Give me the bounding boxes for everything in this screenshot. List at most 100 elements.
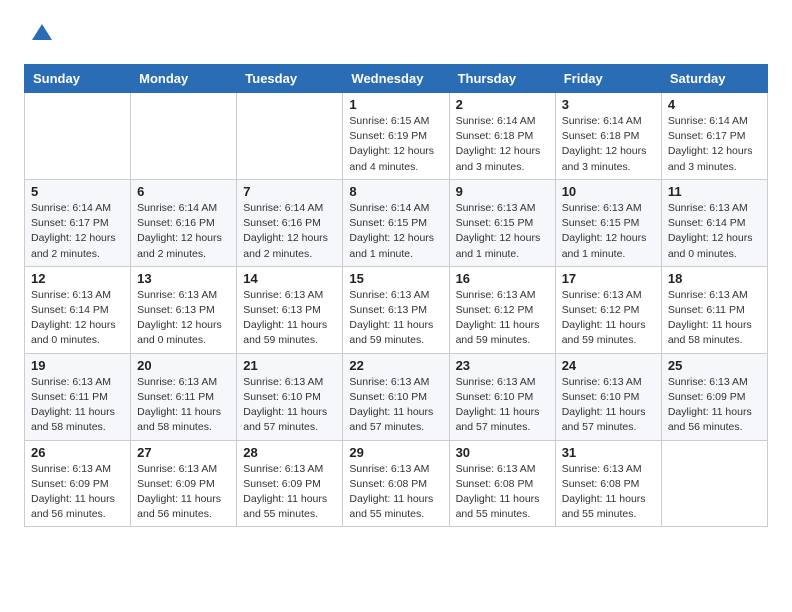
calendar-cell: 10 Sunrise: 6:13 AM Sunset: 6:15 PM Dayli… <box>555 179 661 266</box>
day-number: 11 <box>668 184 761 199</box>
page: SundayMondayTuesdayWednesdayThursdayFrid… <box>0 0 792 547</box>
logo <box>24 20 56 48</box>
day-number: 29 <box>349 445 442 460</box>
calendar-cell: 2 Sunrise: 6:14 AM Sunset: 6:18 PM Daylig… <box>449 93 555 180</box>
day-number: 19 <box>31 358 124 373</box>
calendar-week-4: 19 Sunrise: 6:13 AM Sunset: 6:11 PM Dayli… <box>25 353 768 440</box>
calendar-week-1: 1 Sunrise: 6:15 AM Sunset: 6:19 PM Daylig… <box>25 93 768 180</box>
calendar-cell: 27Sunrise: 6:13 AM Sunset: 6:09 PM Dayli… <box>131 440 237 527</box>
day-number: 30 <box>456 445 549 460</box>
day-number: 25 <box>668 358 761 373</box>
day-number: 4 <box>668 97 761 112</box>
day-info: Sunrise: 6:14 AM Sunset: 6:16 PM Dayligh… <box>243 201 336 262</box>
calendar-cell: 19 Sunrise: 6:13 AM Sunset: 6:11 PM Dayli… <box>25 353 131 440</box>
day-info: Sunrise: 6:14 AM Sunset: 6:17 PM Dayligh… <box>31 201 124 262</box>
calendar-week-5: 26 Sunrise: 6:13 AM Sunset: 6:09 PM Dayli… <box>25 440 768 527</box>
day-info: Sunrise: 6:14 AM Sunset: 6:18 PM Dayligh… <box>456 114 549 175</box>
day-info: Sunrise: 6:13 AM Sunset: 6:13 PM Dayligh… <box>243 288 336 349</box>
day-info: Sunrise: 6:13 AM Sunset: 6:15 PM Dayligh… <box>562 201 655 262</box>
day-info: Sunrise: 6:13 AM Sunset: 6:10 PM Dayligh… <box>456 375 549 436</box>
col-header-sunday: Sunday <box>25 65 131 93</box>
day-info: Sunrise: 6:14 AM Sunset: 6:18 PM Dayligh… <box>562 114 655 175</box>
day-info: Sunrise: 6:13 AM Sunset: 6:08 PM Dayligh… <box>349 462 442 523</box>
calendar-cell: 8Sunrise: 6:14 AM Sunset: 6:15 PM Daylig… <box>343 179 449 266</box>
logo-icon <box>28 20 56 48</box>
day-info: Sunrise: 6:13 AM Sunset: 6:10 PM Dayligh… <box>562 375 655 436</box>
col-header-saturday: Saturday <box>661 65 767 93</box>
col-header-tuesday: Tuesday <box>237 65 343 93</box>
day-number: 9 <box>456 184 549 199</box>
day-info: Sunrise: 6:13 AM Sunset: 6:10 PM Dayligh… <box>349 375 442 436</box>
calendar-cell: 4Sunrise: 6:14 AM Sunset: 6:17 PM Daylig… <box>661 93 767 180</box>
calendar-week-3: 12 Sunrise: 6:13 AM Sunset: 6:14 PM Dayli… <box>25 266 768 353</box>
calendar-cell: 30Sunrise: 6:13 AM Sunset: 6:08 PM Dayli… <box>449 440 555 527</box>
day-number: 3 <box>562 97 655 112</box>
col-header-monday: Monday <box>131 65 237 93</box>
day-info: Sunrise: 6:13 AM Sunset: 6:11 PM Dayligh… <box>668 288 761 349</box>
day-info: Sunrise: 6:13 AM Sunset: 6:13 PM Dayligh… <box>137 288 230 349</box>
day-number: 2 <box>456 97 549 112</box>
col-header-friday: Friday <box>555 65 661 93</box>
day-info: Sunrise: 6:14 AM Sunset: 6:15 PM Dayligh… <box>349 201 442 262</box>
calendar-cell <box>131 93 237 180</box>
day-info: Sunrise: 6:13 AM Sunset: 6:09 PM Dayligh… <box>668 375 761 436</box>
day-number: 1 <box>349 97 442 112</box>
day-number: 27 <box>137 445 230 460</box>
header <box>24 20 768 48</box>
calendar-header-row: SundayMondayTuesdayWednesdayThursdayFrid… <box>25 65 768 93</box>
day-info: Sunrise: 6:13 AM Sunset: 6:14 PM Dayligh… <box>668 201 761 262</box>
logo-text <box>24 20 56 48</box>
day-info: Sunrise: 6:15 AM Sunset: 6:19 PM Dayligh… <box>349 114 442 175</box>
calendar-cell: 17Sunrise: 6:13 AM Sunset: 6:12 PM Dayli… <box>555 266 661 353</box>
calendar-cell <box>661 440 767 527</box>
day-number: 23 <box>456 358 549 373</box>
calendar-cell: 12 Sunrise: 6:13 AM Sunset: 6:14 PM Dayli… <box>25 266 131 353</box>
calendar-cell: 25 Sunrise: 6:13 AM Sunset: 6:09 PM Dayli… <box>661 353 767 440</box>
day-info: Sunrise: 6:13 AM Sunset: 6:12 PM Dayligh… <box>456 288 549 349</box>
calendar-cell: 9 Sunrise: 6:13 AM Sunset: 6:15 PM Daylig… <box>449 179 555 266</box>
calendar-cell: 23 Sunrise: 6:13 AM Sunset: 6:10 PM Dayli… <box>449 353 555 440</box>
day-info: Sunrise: 6:13 AM Sunset: 6:13 PM Dayligh… <box>349 288 442 349</box>
day-number: 14 <box>243 271 336 286</box>
calendar-cell: 13 Sunrise: 6:13 AM Sunset: 6:13 PM Dayli… <box>131 266 237 353</box>
calendar-cell: 1 Sunrise: 6:15 AM Sunset: 6:19 PM Daylig… <box>343 93 449 180</box>
day-number: 6 <box>137 184 230 199</box>
calendar-cell <box>25 93 131 180</box>
calendar-week-2: 5 Sunrise: 6:14 AM Sunset: 6:17 PM Daylig… <box>25 179 768 266</box>
calendar-cell: 11 Sunrise: 6:13 AM Sunset: 6:14 PM Dayli… <box>661 179 767 266</box>
day-number: 5 <box>31 184 124 199</box>
calendar-table: SundayMondayTuesdayWednesdayThursdayFrid… <box>24 64 768 527</box>
day-number: 15 <box>349 271 442 286</box>
calendar-cell: 6 Sunrise: 6:14 AM Sunset: 6:16 PM Daylig… <box>131 179 237 266</box>
day-info: Sunrise: 6:13 AM Sunset: 6:12 PM Dayligh… <box>562 288 655 349</box>
day-info: Sunrise: 6:13 AM Sunset: 6:11 PM Dayligh… <box>31 375 124 436</box>
day-info: Sunrise: 6:13 AM Sunset: 6:14 PM Dayligh… <box>31 288 124 349</box>
day-number: 12 <box>31 271 124 286</box>
calendar-cell: 7Sunrise: 6:14 AM Sunset: 6:16 PM Daylig… <box>237 179 343 266</box>
day-number: 10 <box>562 184 655 199</box>
day-number: 16 <box>456 271 549 286</box>
day-number: 31 <box>562 445 655 460</box>
calendar-cell: 20 Sunrise: 6:13 AM Sunset: 6:11 PM Dayli… <box>131 353 237 440</box>
day-number: 13 <box>137 271 230 286</box>
day-number: 26 <box>31 445 124 460</box>
day-info: Sunrise: 6:14 AM Sunset: 6:16 PM Dayligh… <box>137 201 230 262</box>
calendar-cell: 26 Sunrise: 6:13 AM Sunset: 6:09 PM Dayli… <box>25 440 131 527</box>
day-info: Sunrise: 6:13 AM Sunset: 6:15 PM Dayligh… <box>456 201 549 262</box>
day-info: Sunrise: 6:13 AM Sunset: 6:09 PM Dayligh… <box>243 462 336 523</box>
calendar-cell: 29 Sunrise: 6:13 AM Sunset: 6:08 PM Dayli… <box>343 440 449 527</box>
day-number: 20 <box>137 358 230 373</box>
calendar-cell: 18 Sunrise: 6:13 AM Sunset: 6:11 PM Dayli… <box>661 266 767 353</box>
calendar-cell: 31 Sunrise: 6:13 AM Sunset: 6:08 PM Dayli… <box>555 440 661 527</box>
col-header-wednesday: Wednesday <box>343 65 449 93</box>
day-info: Sunrise: 6:13 AM Sunset: 6:11 PM Dayligh… <box>137 375 230 436</box>
calendar-cell: 24Sunrise: 6:13 AM Sunset: 6:10 PM Dayli… <box>555 353 661 440</box>
col-header-thursday: Thursday <box>449 65 555 93</box>
day-info: Sunrise: 6:13 AM Sunset: 6:08 PM Dayligh… <box>562 462 655 523</box>
day-number: 18 <box>668 271 761 286</box>
calendar-cell: 5 Sunrise: 6:14 AM Sunset: 6:17 PM Daylig… <box>25 179 131 266</box>
calendar-cell <box>237 93 343 180</box>
calendar-cell: 15 Sunrise: 6:13 AM Sunset: 6:13 PM Dayli… <box>343 266 449 353</box>
day-number: 21 <box>243 358 336 373</box>
day-info: Sunrise: 6:13 AM Sunset: 6:09 PM Dayligh… <box>31 462 124 523</box>
